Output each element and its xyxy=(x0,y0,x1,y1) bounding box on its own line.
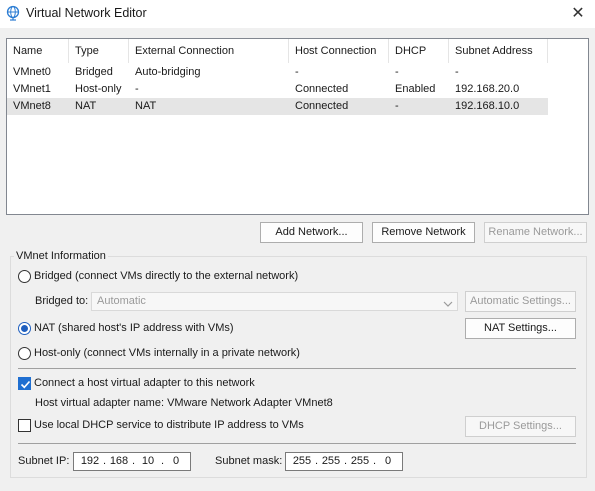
cell-external-connection: - xyxy=(135,83,139,95)
cell-type: Bridged xyxy=(75,66,113,78)
cell-name: VMnet0 xyxy=(13,66,51,78)
cell-host-connection: - xyxy=(295,66,299,78)
subnet-ip-octet-4[interactable]: 0 xyxy=(165,454,187,469)
cell-host-connection: Connected xyxy=(295,100,349,112)
octet-separator: . xyxy=(344,455,348,467)
vmnet-information-label: VMnet Information xyxy=(14,250,108,262)
table-row-vmnet1[interactable]: VMnet1 Host-only - Connected Enabled 192… xyxy=(7,81,548,98)
nat-settings-button[interactable]: NAT Settings... xyxy=(465,318,576,339)
title-bar: Virtual Network Editor ✕ xyxy=(0,0,595,28)
subnet-mask-octet-2[interactable]: 255 xyxy=(319,454,343,469)
table-row-vmnet8[interactable]: VMnet8 NAT NAT Connected - 192.168.10.0 xyxy=(7,98,548,115)
cell-name: VMnet8 xyxy=(13,100,51,112)
adapter-name-label: Host virtual adapter name: VMware Networ… xyxy=(35,397,333,409)
bridged-to-label: Bridged to: xyxy=(35,295,89,307)
table-row-vmnet0[interactable]: VMnet0 Bridged Auto-bridging - - - xyxy=(7,64,548,81)
cell-dhcp: Enabled xyxy=(395,83,436,95)
dhcp-settings-button[interactable]: DHCP Settings... xyxy=(465,416,576,437)
column-header-external-connection[interactable]: External Connection xyxy=(129,39,289,63)
nat-radio[interactable] xyxy=(18,322,31,335)
add-network-button[interactable]: Add Network... xyxy=(260,222,363,243)
octet-separator: . xyxy=(373,455,377,467)
cell-external-connection: NAT xyxy=(135,100,157,112)
cell-dhcp: - xyxy=(395,66,399,78)
column-header-host-connection[interactable]: Host Connection xyxy=(289,39,389,63)
divider xyxy=(18,368,576,369)
column-header-type[interactable]: Type xyxy=(69,39,129,63)
remove-network-button[interactable]: Remove Network xyxy=(372,222,475,243)
connect-adapter-label[interactable]: Connect a host virtual adapter to this n… xyxy=(34,377,255,389)
subnet-mask-octet-3[interactable]: 255 xyxy=(348,454,372,469)
cell-name: VMnet1 xyxy=(13,83,51,95)
cell-subnet-address: 192.168.10.0 xyxy=(455,100,520,112)
subnet-ip-octet-3[interactable]: 10 xyxy=(136,454,160,469)
close-icon: ✕ xyxy=(571,5,585,22)
cell-external-connection: Auto-bridging xyxy=(135,66,201,78)
divider xyxy=(18,443,576,444)
cell-subnet-address: 192.168.20.0 xyxy=(455,83,520,95)
cell-type: NAT xyxy=(75,100,97,112)
dhcp-label[interactable]: Use local DHCP service to distribute IP … xyxy=(34,419,304,431)
subnet-mask-label: Subnet mask: xyxy=(215,455,283,467)
octet-separator: . xyxy=(315,455,319,467)
bridged-to-select[interactable]: Automatic xyxy=(91,292,458,311)
host-only-radio[interactable] xyxy=(18,347,31,360)
octet-separator: . xyxy=(161,455,165,467)
column-header-subnet-address[interactable]: Subnet Address xyxy=(449,39,548,63)
automatic-settings-button[interactable]: Automatic Settings... xyxy=(465,291,576,312)
column-header-name[interactable]: Name xyxy=(7,39,69,63)
subnet-mask-octet-4[interactable]: 0 xyxy=(377,454,399,469)
subnet-ip-octet-1[interactable]: 192 xyxy=(78,454,102,469)
vmnet-information-group xyxy=(10,256,587,478)
subnet-ip-label: Subnet IP: xyxy=(18,455,70,467)
cell-type: Host-only xyxy=(75,83,122,95)
subnet-mask-octet-1[interactable]: 255 xyxy=(290,454,314,469)
column-header-dhcp[interactable]: DHCP xyxy=(389,39,449,63)
window-title: Virtual Network Editor xyxy=(26,6,147,20)
bridged-radio-label[interactable]: Bridged (connect VMs directly to the ext… xyxy=(34,270,298,282)
close-button[interactable]: ✕ xyxy=(561,0,595,26)
nat-radio-label[interactable]: NAT (shared host's IP address with VMs) xyxy=(34,322,234,334)
subnet-ip-input[interactable]: 192 . 168 . 10 . 0 xyxy=(73,452,191,471)
octet-separator: . xyxy=(132,455,136,467)
chevron-down-icon xyxy=(443,297,453,314)
bridged-radio[interactable] xyxy=(18,270,31,283)
cell-dhcp: - xyxy=(395,100,399,112)
cell-subnet-address: - xyxy=(455,66,459,78)
subnet-mask-input[interactable]: 255 . 255 . 255 . 0 xyxy=(285,452,403,471)
connect-adapter-checkbox[interactable] xyxy=(18,377,31,390)
octet-separator: . xyxy=(103,455,107,467)
checkmark-icon xyxy=(20,380,31,389)
network-list[interactable]: Name Type External Connection Host Conne… xyxy=(6,38,589,215)
host-only-radio-label[interactable]: Host-only (connect VMs internally in a p… xyxy=(34,347,300,359)
rename-network-button[interactable]: Rename Network... xyxy=(484,222,587,243)
cell-host-connection: Connected xyxy=(295,83,349,95)
subnet-ip-octet-2[interactable]: 168 xyxy=(107,454,131,469)
network-globe-icon xyxy=(5,5,21,21)
bridged-to-value: Automatic xyxy=(97,295,146,307)
dhcp-checkbox[interactable] xyxy=(18,419,31,432)
